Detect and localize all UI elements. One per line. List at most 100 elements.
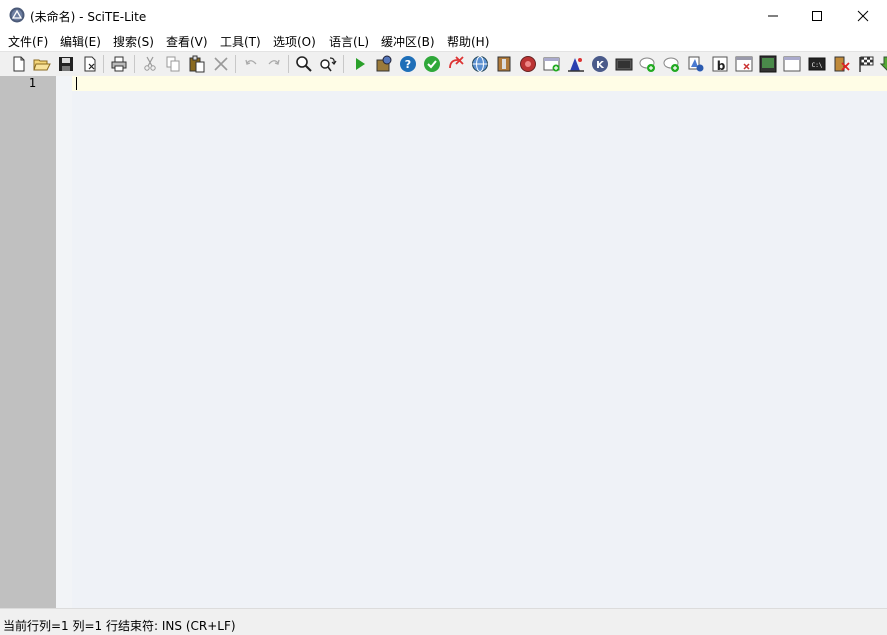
toolbar-separator: [235, 55, 236, 73]
close-icon: [857, 10, 869, 21]
text-caret: [76, 77, 77, 90]
svg-text:C:\: C:\: [812, 62, 823, 69]
new-window-button[interactable]: [543, 55, 561, 73]
bubble-add-button[interactable]: [639, 55, 657, 73]
flag-button[interactable]: [857, 55, 875, 73]
blank-window-icon: [783, 56, 801, 72]
toolbar-separator: [134, 55, 135, 73]
menu-search[interactable]: 搜索(S): [113, 33, 154, 50]
column-button[interactable]: [495, 55, 513, 73]
window-close-icon: [735, 56, 753, 72]
toolbar-separator: [288, 55, 289, 73]
record-icon: [520, 56, 536, 72]
record-button[interactable]: [519, 55, 537, 73]
bubble-add-icon: [639, 57, 655, 72]
bubble-add-2-button[interactable]: [663, 55, 681, 73]
close-file-icon: [84, 56, 96, 72]
shapes-icon: [688, 56, 704, 72]
check-icon: [424, 56, 440, 72]
run-icon: [356, 58, 365, 70]
scite-app-icon: [9, 7, 25, 23]
globe-icon: [472, 56, 488, 72]
copy-button[interactable]: [164, 55, 182, 73]
menu-edit[interactable]: 编辑(E): [60, 33, 101, 50]
new-file-button[interactable]: [10, 55, 28, 73]
redo-button[interactable]: [265, 55, 283, 73]
maximize-icon: [812, 10, 822, 21]
undo-button[interactable]: [242, 55, 260, 73]
terminal-button[interactable]: [759, 55, 777, 73]
find-button[interactable]: [295, 55, 313, 73]
exit-button[interactable]: [833, 55, 851, 73]
globe-button[interactable]: [471, 55, 489, 73]
wizard-icon: [568, 58, 584, 72]
find-icon: [296, 56, 312, 72]
editor-area[interactable]: 1: [0, 76, 887, 608]
copy-icon: [166, 56, 180, 72]
toolbar-separator: [343, 55, 344, 73]
wizard-button[interactable]: [567, 55, 585, 73]
download-icon: [879, 56, 887, 71]
download-button[interactable]: [878, 55, 887, 73]
k-button[interactable]: K: [591, 55, 609, 73]
help-button[interactable]: ?: [399, 55, 417, 73]
svg-text:b: b: [717, 59, 726, 73]
fold-margin[interactable]: [56, 76, 72, 608]
bubble-add-2-icon: [663, 57, 679, 72]
run-button[interactable]: [351, 55, 369, 73]
svg-text:?: ?: [405, 58, 411, 71]
shapes-button[interactable]: [687, 55, 705, 73]
flag-icon: [859, 56, 874, 72]
toolbar-separator: [103, 55, 104, 73]
menu-bar: 文件(F) 编辑(E) 搜索(S) 查看(V) 工具(T) 选项(O) 语言(L…: [0, 31, 887, 51]
stop-button[interactable]: [447, 55, 465, 73]
compile-button[interactable]: [375, 55, 393, 73]
blank-window-button[interactable]: [783, 55, 801, 73]
menu-tools[interactable]: 工具(T): [220, 33, 261, 50]
replace-button[interactable]: [319, 55, 337, 73]
column-icon: [497, 56, 511, 72]
new-file-icon: [13, 56, 25, 72]
line-number-margin: 1: [0, 76, 56, 608]
paste-icon: [189, 55, 205, 73]
menu-options[interactable]: 选项(O): [273, 33, 316, 50]
stop-icon: [449, 56, 464, 69]
menu-help[interactable]: 帮助(H): [447, 33, 489, 50]
undo-icon: [245, 59, 257, 65]
cut-button[interactable]: [141, 55, 159, 73]
new-window-icon: [543, 57, 560, 72]
paste-button[interactable]: [188, 55, 206, 73]
print-button[interactable]: [110, 55, 128, 73]
check-button[interactable]: [423, 55, 441, 73]
maximize-button[interactable]: [794, 0, 840, 31]
exit-icon: [834, 56, 850, 72]
console-button[interactable]: C:\: [808, 55, 826, 73]
toolbar: ? K b C:\: [0, 51, 887, 76]
close-file-button[interactable]: [81, 55, 99, 73]
cut-icon: [144, 56, 156, 71]
line-number: 1: [28, 76, 36, 90]
console-icon: C:\: [808, 57, 826, 71]
menu-file[interactable]: 文件(F): [8, 33, 48, 50]
help-icon: ?: [400, 56, 416, 72]
window-close-button[interactable]: [735, 55, 753, 73]
menu-buffers[interactable]: 缓冲区(B): [381, 33, 435, 50]
b-icon: b: [712, 56, 728, 73]
delete-button[interactable]: [212, 55, 230, 73]
open-button[interactable]: [33, 55, 51, 73]
compile-icon: [376, 55, 392, 72]
minimize-button[interactable]: [750, 0, 796, 31]
delete-icon: [214, 57, 228, 71]
replace-icon: [320, 57, 337, 72]
b-button[interactable]: b: [711, 55, 729, 73]
close-button[interactable]: [840, 0, 886, 31]
menu-view[interactable]: 查看(V): [166, 33, 208, 50]
menu-language[interactable]: 语言(L): [329, 33, 369, 50]
save-icon: [59, 57, 73, 71]
status-text: 当前行列=1 列=1 行结束符: INS (CR+LF): [3, 619, 236, 633]
svg-text:K: K: [596, 60, 605, 71]
panel-button[interactable]: [615, 55, 633, 73]
current-line-highlight: [72, 76, 887, 91]
save-button[interactable]: [57, 55, 75, 73]
terminal-icon: [759, 55, 777, 73]
